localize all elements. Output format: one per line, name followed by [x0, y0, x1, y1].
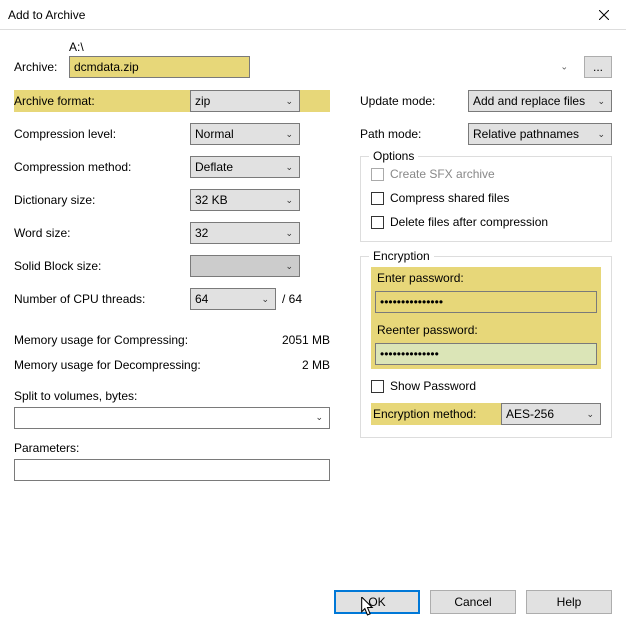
sfx-checkbox: [371, 168, 384, 181]
reenter-password-input[interactable]: [375, 343, 597, 365]
method-combo[interactable]: Deflate⌄: [190, 156, 300, 178]
solid-combo: ⌄: [190, 255, 300, 277]
reenter-pw-label: Reenter password:: [375, 321, 597, 339]
mem-decomp-label: Memory usage for Decompressing:: [14, 358, 270, 372]
close-button[interactable]: [581, 0, 626, 30]
sfx-label: Create SFX archive: [390, 167, 495, 181]
show-password-label: Show Password: [390, 379, 476, 393]
encryption-group: Encryption Enter password: Reenter passw…: [360, 256, 612, 438]
chevron-down-icon: ⌄: [285, 195, 293, 206]
chevron-down-icon: ⌄: [285, 96, 293, 107]
title-bar: Add to Archive: [0, 0, 626, 30]
params-label: Parameters:: [14, 441, 330, 455]
window-title: Add to Archive: [8, 8, 581, 22]
level-label: Compression level:: [14, 127, 190, 141]
chevron-down-icon: ⌄: [560, 62, 568, 73]
format-combo[interactable]: zip⌄: [190, 90, 300, 112]
cpu-label: Number of CPU threads:: [14, 292, 190, 306]
word-combo[interactable]: 32⌄: [190, 222, 300, 244]
show-password-checkbox[interactable]: [371, 380, 384, 393]
options-group: Options Create SFX archive Compress shar…: [360, 156, 612, 242]
options-legend: Options: [369, 149, 418, 163]
chevron-down-icon: ⌄: [597, 96, 605, 107]
update-label: Update mode:: [360, 94, 468, 108]
close-icon: [599, 10, 609, 20]
pathmode-combo[interactable]: Relative pathnames⌄: [468, 123, 612, 145]
enc-method-label: Encryption method:: [371, 405, 501, 423]
password-input[interactable]: [375, 291, 597, 313]
encryption-legend: Encryption: [369, 249, 434, 263]
shared-label: Compress shared files: [390, 191, 509, 205]
enter-pw-label: Enter password:: [375, 269, 597, 287]
chevron-down-icon: ⌄: [261, 294, 269, 305]
ok-button[interactable]: OK: [334, 590, 420, 614]
cpu-combo[interactable]: 64⌄: [190, 288, 276, 310]
solid-label: Solid Block size:: [14, 259, 190, 273]
split-label: Split to volumes, bytes:: [14, 389, 330, 403]
update-combo[interactable]: Add and replace files⌄: [468, 90, 612, 112]
chevron-down-icon: ⌄: [285, 162, 293, 173]
help-button[interactable]: Help: [526, 590, 612, 614]
delete-checkbox[interactable]: [371, 216, 384, 229]
format-label: Archive format:: [14, 94, 190, 108]
mem-comp-value: 2051 MB: [270, 333, 330, 347]
browse-button[interactable]: ...: [584, 56, 612, 78]
level-combo[interactable]: Normal⌄: [190, 123, 300, 145]
cpu-total: / 64: [282, 292, 302, 306]
shared-checkbox[interactable]: [371, 192, 384, 205]
enc-method-combo[interactable]: AES-256⌄: [501, 403, 601, 425]
chevron-down-icon: ⌄: [285, 261, 293, 272]
method-label: Compression method:: [14, 160, 190, 174]
delete-label: Delete files after compression: [390, 215, 548, 229]
params-input[interactable]: [14, 459, 330, 481]
cancel-button[interactable]: Cancel: [430, 590, 516, 614]
dict-label: Dictionary size:: [14, 193, 190, 207]
archive-label: Archive:: [14, 60, 69, 74]
chevron-down-icon: ⌄: [285, 228, 293, 239]
chevron-down-icon: ⌄: [285, 129, 293, 140]
chevron-down-icon: ⌄: [315, 412, 323, 423]
archive-path-label: A:\: [69, 40, 612, 54]
pathmode-label: Path mode:: [360, 127, 468, 141]
chevron-down-icon: ⌄: [586, 409, 594, 420]
button-bar: OK Cancel Help: [334, 590, 612, 614]
chevron-down-icon: ⌄: [597, 129, 605, 140]
dict-combo[interactable]: 32 KB⌄: [190, 189, 300, 211]
word-label: Word size:: [14, 226, 190, 240]
split-combo[interactable]: ⌄: [14, 407, 330, 429]
mem-decomp-value: 2 MB: [270, 358, 330, 372]
mem-comp-label: Memory usage for Compressing:: [14, 333, 270, 347]
archive-filename-input[interactable]: [69, 56, 250, 78]
